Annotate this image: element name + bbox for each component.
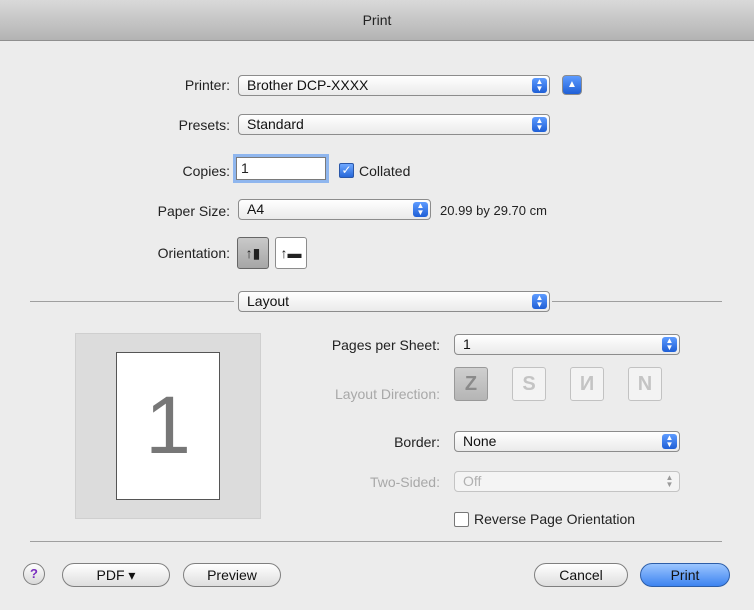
pages-per-sheet-popup[interactable]: 1 ▲ ▼ [454,334,680,355]
copies-field[interactable]: 1 [236,157,326,180]
landscape-orientation-button[interactable]: ↑▬ [275,237,307,269]
pages-per-sheet-label: Pages per Sheet: [331,337,440,353]
s-direction-icon: S [522,373,536,395]
help-button[interactable]: ? [23,563,45,585]
reverse-orientation-label: Reverse Page Orientation [474,511,636,527]
up-down-arrows-icon: ▲ ▼ [532,78,547,93]
z-direction-icon: Z [464,373,478,395]
up-down-arrows-icon: ▲ ▼ [532,294,547,309]
layout-direction-n-button[interactable]: И [570,367,604,401]
section-popup[interactable]: Layout ▲ ▼ [238,291,550,312]
section-value: Layout [247,293,290,309]
up-down-arrows-icon: ▲ ▼ [532,117,547,132]
paper-size-popup[interactable]: A4 ▲ ▼ [238,199,431,220]
page-preview: 1 [75,333,261,519]
printer-label: Printer: [184,77,230,93]
two-sided-value: Off [463,473,482,489]
printer-value: Brother DCP-XXXX [247,77,369,93]
layout-direction-n2-button[interactable]: N [628,367,662,401]
copies-label: Copies: [182,163,230,179]
up-down-arrows-icon: ▲ ▼ [413,202,428,217]
two-sided-label: Two-Sided: [369,474,440,490]
print-button[interactable]: Print [640,563,730,587]
preview-page: 1 [116,352,220,500]
paper-size-label: Paper Size: [157,203,230,219]
collated-label: Collated [359,163,411,179]
layout-direction-z-button[interactable]: Z [454,367,488,401]
n-reverse-direction-icon: И [579,373,595,395]
preview-button[interactable]: Preview [183,563,281,587]
collated-checkbox[interactable]: ✓ [339,163,354,178]
pdf-button[interactable]: PDF ▾ [62,563,170,587]
reverse-orientation-checkbox[interactable] [454,512,469,527]
cancel-button[interactable]: Cancel [534,563,628,587]
up-down-arrows-icon: ▲ ▼ [662,474,677,489]
separator-right [552,301,722,302]
preview-page-number: 1 [145,380,191,471]
triangle-up-icon: ▲ [567,79,577,90]
presets-value: Standard [247,116,304,132]
paper-dimensions: 20.99 by 29.70 cm [440,203,547,218]
border-label: Border: [394,434,440,450]
layout-direction-label: Layout Direction: [334,386,440,402]
footer-separator [30,541,722,542]
disclosure-button[interactable]: ▲ [562,75,582,95]
up-down-arrows-icon: ▲ ▼ [662,434,677,449]
layout-direction-s-button[interactable]: S [512,367,546,401]
landscape-orientation-icon: ↑▬ [280,245,302,261]
presets-label: Presets: [178,117,230,133]
n-direction-icon: N [637,373,653,395]
two-sided-popup[interactable]: Off ▲ ▼ [454,471,680,492]
paper-size-value: A4 [247,201,265,217]
portrait-orientation-button[interactable]: ↑▮ [237,237,269,269]
presets-popup[interactable]: Standard ▲ ▼ [238,114,550,135]
printer-popup[interactable]: Brother DCP-XXXX ▲ ▼ [238,75,550,96]
border-popup[interactable]: None ▲ ▼ [454,431,680,452]
pages-per-sheet-value: 1 [463,336,471,352]
portrait-orientation-icon: ↑▮ [245,245,261,261]
up-down-arrows-icon: ▲ ▼ [662,337,677,352]
window-title: Print [0,0,754,41]
separator-left [30,301,234,302]
border-value: None [463,433,497,449]
orientation-label: Orientation: [157,245,230,261]
